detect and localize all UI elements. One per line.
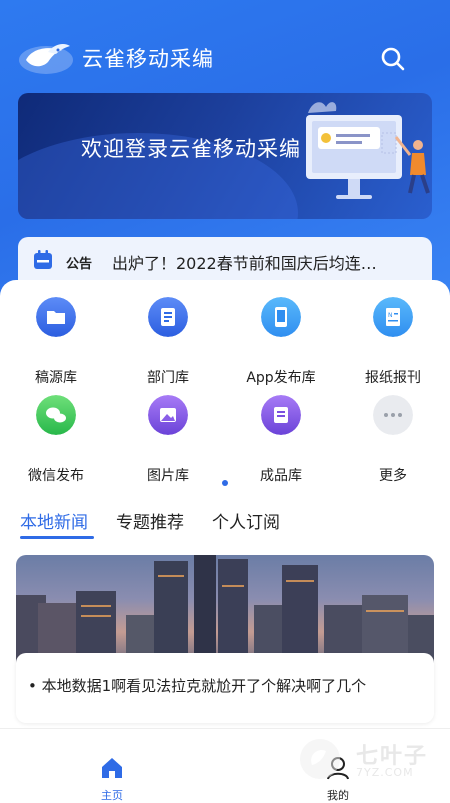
grid-label: 更多 bbox=[379, 468, 407, 484]
watermark-subtext: 7YZ.COM bbox=[356, 766, 414, 779]
home-icon bbox=[102, 758, 122, 778]
page-indicator-dot bbox=[222, 480, 228, 486]
grid-item-source[interactable]: 稿源库 bbox=[0, 297, 112, 386]
nav-home-label: 主页 bbox=[101, 789, 123, 802]
notice-text[interactable]: 出炉了！2022春节前和国庆后均连… bbox=[112, 250, 412, 274]
city-skyline-image bbox=[16, 555, 434, 665]
more-icon bbox=[373, 395, 413, 435]
wechat-icon bbox=[36, 395, 76, 435]
tab-local-news[interactable]: 本地新闻 bbox=[20, 508, 88, 533]
grid-label: 稿源库 bbox=[35, 370, 77, 386]
bird-logo-icon bbox=[19, 44, 73, 74]
grid-label: App发布库 bbox=[246, 370, 316, 386]
news-tabs: 本地新闻 专题推荐 个人订阅 bbox=[0, 500, 450, 540]
grid-item-finished[interactable]: 成品库 bbox=[225, 395, 337, 484]
svg-text:N: N bbox=[388, 312, 393, 319]
news-title: • 本地数据1啊看见法拉克就尬开了个解决啊了几个 bbox=[28, 677, 367, 695]
document-icon bbox=[148, 297, 188, 337]
phone-icon bbox=[261, 297, 301, 337]
search-icon[interactable] bbox=[378, 44, 408, 74]
app-title: 云雀移动采编 bbox=[82, 47, 214, 71]
grid-label: 成品库 bbox=[260, 468, 302, 484]
folder-icon bbox=[36, 297, 76, 337]
active-tab-underline bbox=[20, 536, 94, 539]
image-icon bbox=[148, 395, 188, 435]
grid-item-newspaper[interactable]: N 报纸报刊 bbox=[337, 297, 449, 386]
function-grid-card: 稿源库 部门库 App发布库 N 报纸报刊 微信发布 图片库 成品库 更多 bbox=[0, 280, 450, 490]
grid-label: 微信发布 bbox=[28, 468, 84, 484]
grid-label: 图片库 bbox=[147, 468, 189, 484]
grid-item-wechat[interactable]: 微信发布 bbox=[0, 395, 112, 484]
news-item[interactable]: • 本地数据1啊看见法拉克就尬开了个解决啊了几个 bbox=[16, 653, 434, 723]
grid-item-more[interactable]: 更多 bbox=[337, 395, 449, 484]
nav-home[interactable]: 主页 bbox=[72, 737, 152, 802]
computer-illustration-icon bbox=[306, 102, 430, 199]
grid-label: 报纸报刊 bbox=[365, 370, 421, 386]
welcome-banner[interactable]: 欢迎登录云雀移动采编 bbox=[18, 93, 432, 219]
grid-item-images[interactable]: 图片库 bbox=[112, 395, 224, 484]
grid-item-department[interactable]: 部门库 bbox=[112, 297, 224, 386]
notice-tag: 公告 bbox=[66, 257, 93, 272]
nav-mine-label: 我的 bbox=[327, 789, 349, 802]
notice-bar[interactable]: 公告 出炉了！2022春节前和国庆后均连… bbox=[18, 237, 432, 285]
grid-label: 部门库 bbox=[147, 370, 189, 386]
calendar-icon bbox=[34, 250, 52, 269]
tab-subscriptions[interactable]: 个人订阅 bbox=[212, 508, 280, 533]
banner-text: 欢迎登录云雀移动采编 bbox=[81, 137, 301, 161]
news-thumbnail[interactable] bbox=[16, 555, 434, 665]
newspaper-icon: N bbox=[373, 297, 413, 337]
tab-featured[interactable]: 专题推荐 bbox=[116, 508, 184, 533]
grid-item-app-publish[interactable]: App发布库 bbox=[225, 297, 337, 386]
archive-icon bbox=[261, 395, 301, 435]
